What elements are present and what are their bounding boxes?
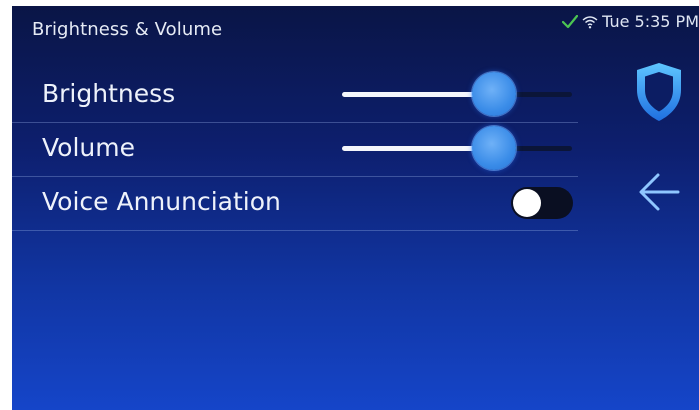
voice-annunciation-toggle-knob	[513, 189, 541, 217]
volume-row: Volume	[12, 122, 578, 177]
status-bar: Tue 5:35 PM	[562, 12, 699, 31]
settings-screen: Brightness & Volume Tue 5:35 PM Brightne…	[12, 6, 699, 410]
voice-annunciation-row: Voice Annunciation	[12, 176, 578, 231]
wifi-icon	[582, 15, 598, 29]
brightness-slider[interactable]	[342, 68, 572, 122]
brightness-row: Brightness	[12, 68, 578, 123]
status-datetime: Tue 5:35 PM	[602, 12, 699, 31]
check-icon	[562, 14, 579, 29]
arrow-left-icon[interactable]	[634, 166, 686, 218]
volume-label: Volume	[42, 133, 135, 162]
volume-slider-thumb[interactable]	[472, 126, 516, 170]
page-title: Brightness & Volume	[32, 19, 223, 40]
brightness-slider-thumb[interactable]	[472, 72, 516, 116]
voice-annunciation-toggle[interactable]	[511, 187, 573, 219]
shield-icon[interactable]	[632, 60, 686, 124]
voice-annunciation-label: Voice Annunciation	[42, 187, 281, 216]
brightness-label: Brightness	[42, 79, 176, 108]
volume-slider[interactable]	[342, 122, 572, 176]
